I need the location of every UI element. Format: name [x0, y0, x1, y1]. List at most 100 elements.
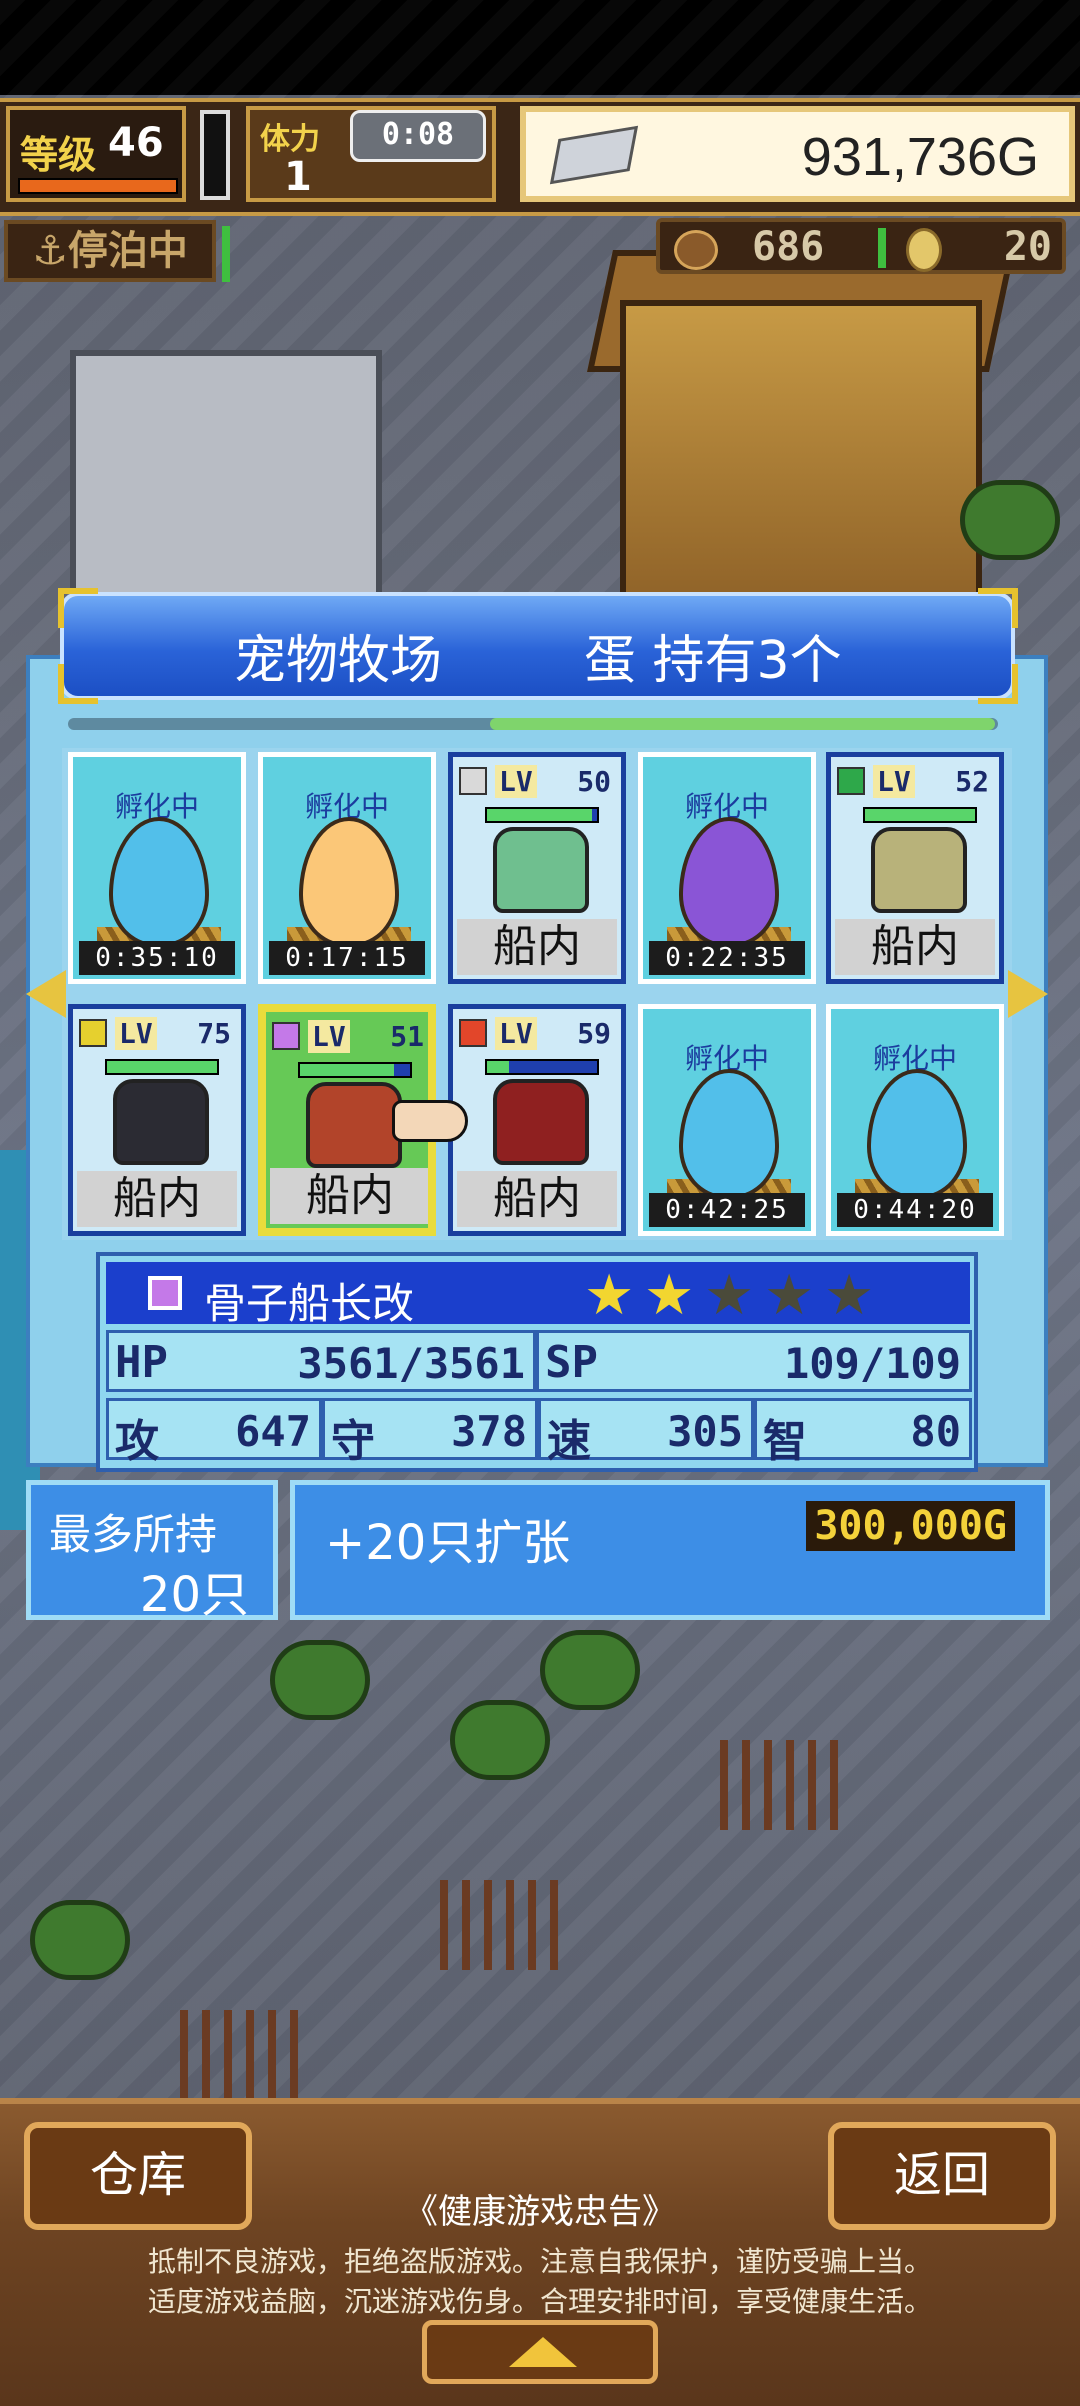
tree	[960, 480, 1060, 560]
star-filled-icon: ★	[584, 1263, 635, 1328]
dock-status-text: 停泊中	[67, 228, 188, 274]
pet-slot[interactable]: LV 75 船内	[68, 1004, 246, 1236]
lv-value: 59	[577, 1017, 611, 1050]
hp-bar	[105, 1059, 219, 1075]
resource2-value: 20	[1003, 224, 1052, 270]
monster-sprite-icon	[113, 1079, 209, 1165]
fence	[440, 1880, 570, 1970]
stat-intelligence: 智 80	[754, 1398, 972, 1467]
location-label: 船内	[270, 1168, 428, 1224]
castle-building	[70, 350, 382, 622]
spd-value: 305	[667, 1407, 743, 1456]
up-arrow-icon	[509, 2337, 577, 2367]
star-empty-icon: ★	[824, 1263, 875, 1328]
gold-amount: 931,736G	[801, 127, 1039, 187]
level-row: LV 52	[837, 765, 993, 799]
scroll-thumb[interactable]	[490, 718, 995, 730]
stat-hp: HP 3561/3561	[106, 1330, 536, 1392]
hp-bar-fill	[865, 809, 975, 821]
egg-icon	[109, 817, 209, 947]
stamina-label: 体力	[260, 122, 320, 157]
monster-sprite-icon	[306, 1082, 402, 1168]
egg-count: 蛋 持有3个	[584, 631, 842, 691]
hp-bar	[485, 1059, 599, 1075]
level-row: LV 59	[459, 1017, 615, 1051]
egg-slot[interactable]: 孵化中 0:17:15	[258, 752, 436, 984]
hp-bar-fill	[300, 1064, 394, 1076]
location-label: 船内	[77, 1171, 237, 1227]
atk-label: 攻	[115, 1416, 159, 1467]
egg-slot[interactable]: 孵化中 0:44:20	[826, 1004, 1004, 1236]
stamina-gauge	[200, 110, 230, 200]
hatch-timer: 0:17:15	[269, 941, 425, 975]
gold-box: 931,736G	[520, 106, 1075, 202]
def-label: 守	[331, 1416, 375, 1467]
hatch-timer: 0:35:10	[79, 941, 235, 975]
lv-value: 52	[955, 765, 989, 798]
lv-label: LV	[873, 765, 915, 798]
egg-icon	[679, 817, 779, 947]
resource-box: 686 20	[656, 218, 1066, 274]
resource1-value: 686	[752, 224, 825, 270]
hp-value: 3561/3561	[297, 1339, 525, 1388]
pet-slot[interactable]: LV 59 船内	[448, 1004, 626, 1236]
level-box: 等级 46	[6, 106, 186, 202]
stat-attack: 攻 647	[106, 1398, 322, 1467]
lv-label: LV	[308, 1020, 350, 1053]
tree	[540, 1630, 640, 1710]
food-icon	[674, 230, 718, 270]
frame-corner	[978, 588, 1018, 628]
location-label: 船内	[457, 919, 617, 975]
level-row: LV 50	[459, 765, 615, 799]
spd-label: 速	[547, 1416, 591, 1467]
frame-corner	[58, 664, 98, 704]
hatch-timer: 0:22:35	[649, 941, 805, 975]
exp-bar	[18, 178, 178, 194]
fence	[720, 1740, 850, 1830]
house-building	[620, 300, 982, 632]
egg-icon	[867, 1069, 967, 1199]
hatch-timer: 0:42:25	[649, 1193, 805, 1227]
pointing-hand-icon	[392, 1100, 468, 1142]
egg-slot[interactable]: 孵化中 0:42:25	[638, 1004, 816, 1236]
hp-bar-fill	[487, 1061, 509, 1073]
stat-sp: SP 109/109	[536, 1330, 972, 1392]
capacity-label: 最多所持	[49, 1510, 218, 1559]
hp-bar	[485, 807, 599, 823]
health-notice-title: 《健康游戏忠告》	[404, 2192, 676, 2232]
star-filled-icon: ★	[644, 1263, 695, 1328]
int-value: 80	[910, 1407, 961, 1456]
sp-value: 109/109	[783, 1339, 961, 1388]
location-label: 船内	[835, 919, 995, 975]
monster-sprite-icon	[493, 1079, 589, 1165]
pet-slot[interactable]: LV 50 船内	[448, 752, 626, 984]
monster-sprite-icon	[871, 827, 967, 913]
pet-slot[interactable]: LV 52 船内	[826, 752, 1004, 984]
expand-label: +20只扩张	[325, 1515, 571, 1571]
medal-icon	[906, 228, 942, 272]
sp-label: SP	[545, 1337, 598, 1388]
dock-status-badge: ⚓停泊中	[4, 220, 216, 282]
int-label: 智	[763, 1416, 807, 1467]
expand-capacity-button[interactable]: +20只扩张 300,000G	[290, 1480, 1050, 1620]
hp-bar	[298, 1062, 412, 1078]
gold-bar-icon	[549, 125, 639, 185]
max-capacity-box: 最多所持 20只	[26, 1480, 278, 1623]
egg-slot[interactable]: 孵化中 0:35:10	[68, 752, 246, 984]
lv-label: LV	[495, 765, 537, 798]
egg-slot[interactable]: 孵化中 0:22:35	[638, 752, 816, 984]
star-empty-icon: ★	[764, 1263, 815, 1328]
element-icon	[79, 1019, 107, 1047]
next-page-arrow-icon[interactable]	[1008, 970, 1048, 1018]
lv-label: LV	[115, 1017, 157, 1050]
element-icon	[459, 1019, 487, 1047]
def-value: 378	[451, 1407, 527, 1456]
dock-indicator	[222, 226, 230, 282]
lv-label: LV	[495, 1017, 537, 1050]
panel-title: 宠物牧场	[234, 631, 443, 691]
hp-bar-fill	[107, 1061, 217, 1073]
health-notice-line: 适度游戏益脑，沉迷游戏伤身。合理安排时间，享受健康生活。	[147, 2285, 932, 2318]
prev-page-arrow-icon[interactable]	[26, 970, 66, 1018]
monster-sprite-icon	[493, 827, 589, 913]
expand-menu-button[interactable]	[422, 2320, 658, 2384]
